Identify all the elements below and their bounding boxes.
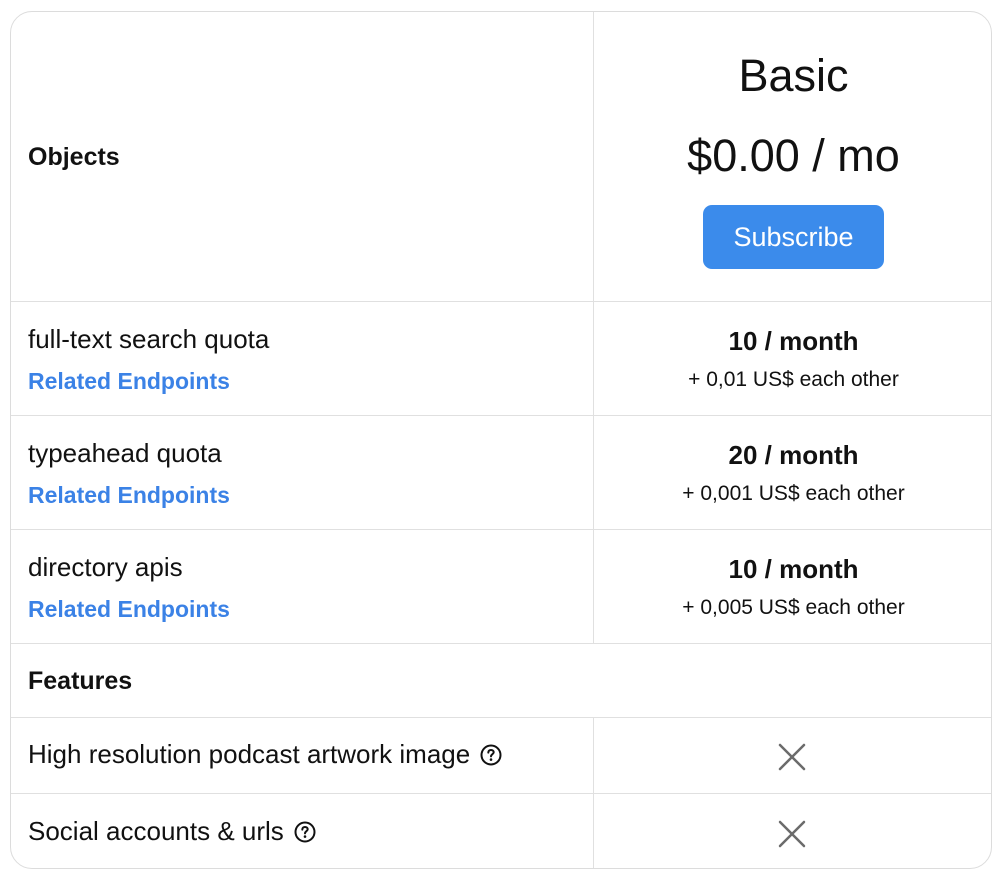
- feature-item: High resolution podcast artwork image: [28, 739, 502, 770]
- subscribe-button[interactable]: Subscribe: [703, 205, 884, 269]
- objects-heading: Objects: [28, 143, 120, 171]
- row-divider: [11, 529, 991, 530]
- subscribe-area: Subscribe: [594, 205, 991, 269]
- overage-price: + 0,001 US$ each other: [682, 482, 905, 505]
- overage-price: + 0,005 US$ each other: [682, 596, 905, 619]
- pricing-card: Objects Basic $0.00 / mo Subscribe full-…: [10, 11, 992, 869]
- quota-value: 20 / month: [728, 440, 859, 470]
- metric-name: typeahead quota: [28, 438, 222, 468]
- feature-name: High resolution podcast artwork image: [28, 739, 471, 769]
- quota-value: 10 / month: [728, 554, 859, 584]
- feature-status: [594, 819, 991, 849]
- x-icon: [778, 743, 806, 771]
- feature-status: [594, 742, 991, 772]
- x-icon: [778, 820, 806, 848]
- metric-name: full-text search quota: [28, 324, 270, 354]
- row-divider: [11, 301, 991, 302]
- overage-price: + 0,01 US$ each other: [688, 368, 899, 391]
- help-circle-icon[interactable]: [294, 821, 316, 843]
- help-circle-icon[interactable]: [480, 744, 502, 766]
- row-divider: [11, 793, 991, 794]
- features-heading: Features: [28, 667, 133, 695]
- related-endpoints-link[interactable]: Related Endpoints: [28, 482, 230, 509]
- row-divider: [11, 717, 991, 718]
- quota-value: 10 / month: [728, 326, 859, 356]
- row-divider: [11, 415, 991, 416]
- plan-name: Basic: [738, 50, 849, 101]
- feature-name: Social accounts & urls: [28, 816, 284, 846]
- row-divider: [11, 643, 991, 644]
- related-endpoints-link[interactable]: Related Endpoints: [28, 596, 230, 623]
- related-endpoints-link[interactable]: Related Endpoints: [28, 368, 230, 395]
- metric-name: directory apis: [28, 552, 183, 582]
- feature-item: Social accounts & urls: [28, 816, 316, 847]
- plan-price: $0.00 / mo: [687, 130, 900, 181]
